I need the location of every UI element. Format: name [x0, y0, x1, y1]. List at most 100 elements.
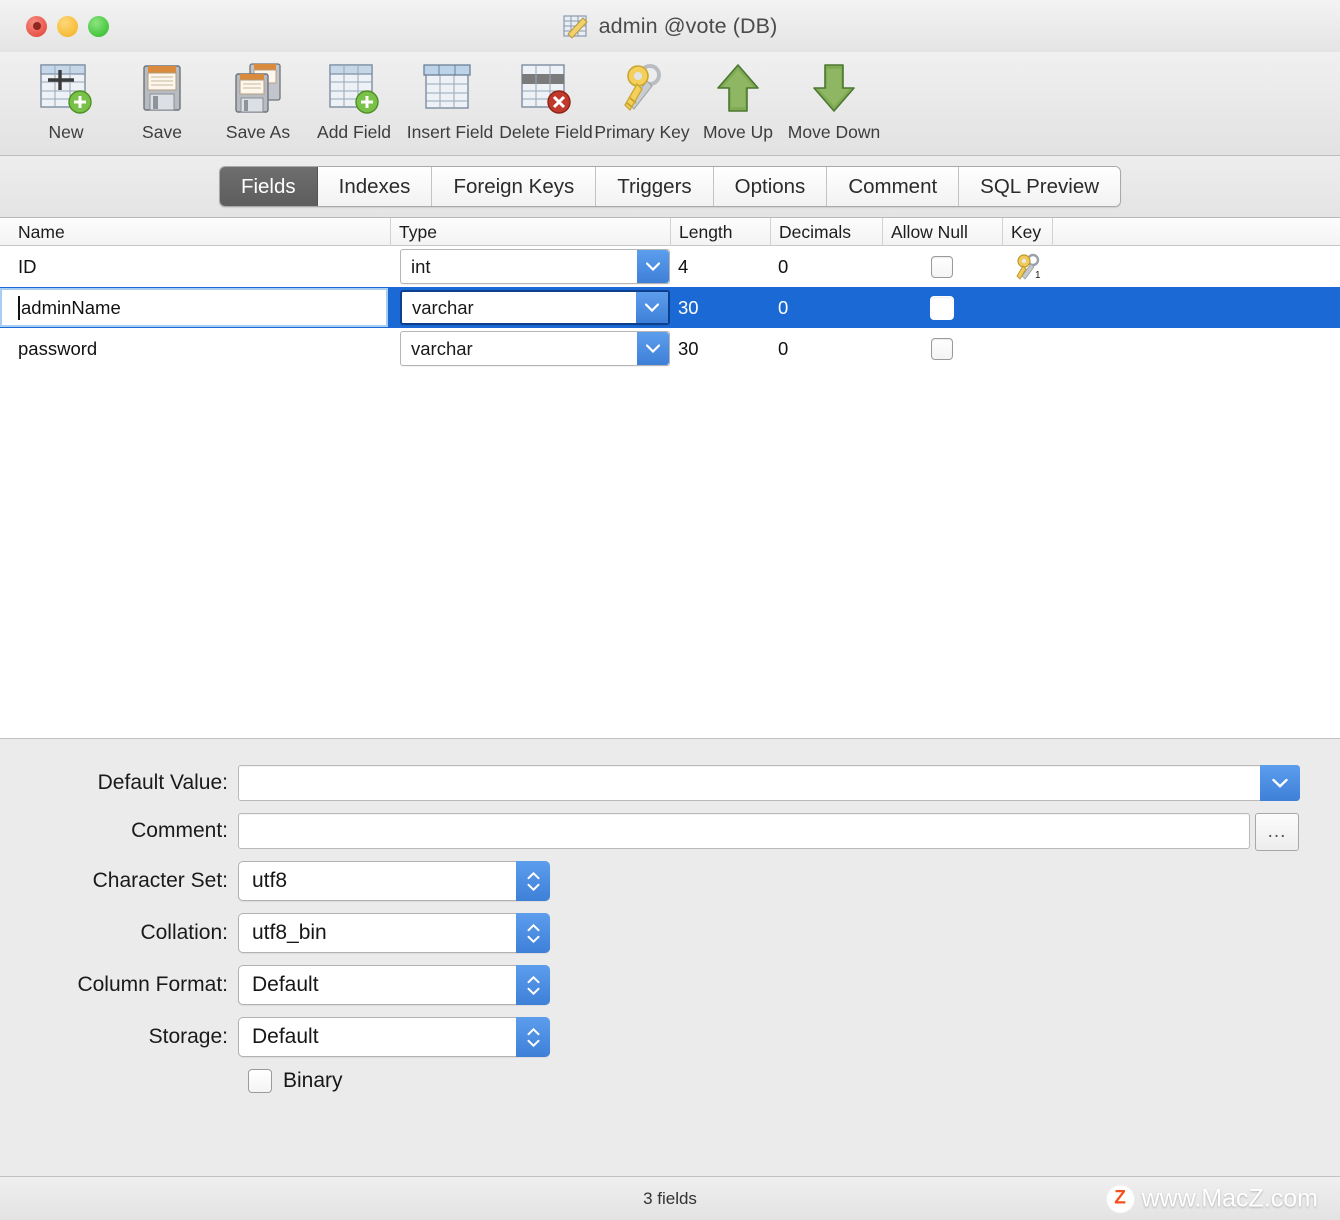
status-bar: 3 fields Z www.MacZ.com [0, 1176, 1340, 1220]
allow-null-checkbox[interactable] [930, 295, 954, 320]
column-header-length[interactable]: Length [670, 218, 770, 246]
field-name-text: adminName [21, 296, 121, 318]
tab-indexes[interactable]: Indexes [317, 167, 433, 206]
tab-fields-label: Fields [240, 174, 296, 198]
move-down-label: Move Down [787, 122, 881, 142]
column-header-filler [1052, 218, 1340, 246]
column-header-type[interactable]: Type [390, 218, 670, 246]
save-as-button[interactable]: Save As [210, 52, 306, 143]
zoom-button[interactable] [88, 15, 109, 37]
cell-key[interactable]: 1 [1002, 246, 1052, 287]
primary-key-button[interactable]: Primary Key [594, 52, 690, 143]
delete-field-button[interactable]: Delete Field [498, 52, 594, 143]
cell-key[interactable] [1002, 328, 1052, 369]
add-field-button[interactable]: Add Field [306, 52, 402, 143]
cell-key[interactable] [1002, 287, 1052, 328]
macz-logo-icon: Z [1106, 1185, 1134, 1212]
table-row[interactable]: adminName varchar 30 0 [0, 287, 1340, 328]
storage-row: Storage: Default [0, 1017, 1340, 1057]
cell-allow-null[interactable] [882, 287, 1002, 328]
comment-input[interactable]: ... [238, 813, 1299, 851]
table-row[interactable]: password varchar 30 0 [0, 328, 1340, 369]
type-value: int [411, 255, 431, 277]
insert-field-icon [422, 58, 478, 120]
cell-type[interactable]: int [390, 246, 670, 287]
column-format-select[interactable]: Default [238, 965, 550, 1005]
move-down-button[interactable]: Move Down [786, 52, 882, 143]
binary-checkbox[interactable] [248, 1069, 272, 1093]
minimize-button[interactable] [57, 15, 78, 37]
table-edit-icon [563, 14, 588, 39]
table-row[interactable]: ID int 4 0 1 [0, 246, 1340, 287]
type-combobox[interactable]: varchar [400, 331, 670, 366]
cell-name[interactable]: ID [0, 246, 390, 287]
insert-field-button[interactable]: Insert Field [402, 52, 498, 143]
field-name-input[interactable]: adminName [0, 288, 388, 327]
column-header-key[interactable]: Key [1002, 218, 1052, 246]
cell-decimals[interactable]: 0 [770, 287, 882, 328]
column-header-allow-null[interactable]: Allow Null [882, 218, 1002, 246]
cell-type[interactable]: varchar [390, 328, 670, 369]
tab-comment[interactable]: Comment [827, 167, 960, 206]
stepper-icon[interactable] [516, 965, 550, 1005]
character-set-value: utf8 [252, 869, 288, 892]
cell-decimals[interactable]: 0 [770, 328, 882, 369]
cell-name[interactable]: adminName [0, 287, 390, 328]
column-format-label: Column Format: [77, 973, 228, 996]
watermark-text: www.MacZ.com [1141, 1184, 1318, 1212]
primary-key-label: Primary Key [594, 122, 690, 142]
tab-triggers[interactable]: Triggers [596, 167, 714, 206]
primary-key-icon: 1 [1016, 253, 1041, 281]
allow-null-checkbox[interactable] [931, 337, 953, 360]
watermark: Z www.MacZ.com [1106, 1184, 1318, 1213]
tab-sql-preview-label: SQL Preview [980, 174, 1100, 198]
cell-length[interactable]: 30 [670, 328, 770, 369]
tab-comment-label: Comment [848, 174, 938, 198]
default-value-input[interactable] [238, 765, 1300, 801]
cell-allow-null[interactable] [882, 246, 1002, 287]
character-set-select[interactable]: utf8 [238, 861, 550, 901]
new-button[interactable]: New [18, 52, 114, 143]
field-count-status: 3 fields [643, 1188, 697, 1208]
cell-name[interactable]: password [0, 328, 390, 369]
cell-type[interactable]: varchar [390, 287, 670, 328]
storage-value: Default [252, 1025, 319, 1048]
tab-options[interactable]: Options [713, 167, 828, 206]
move-up-button[interactable]: Move Up [690, 52, 786, 143]
save-button[interactable]: Save [114, 52, 210, 143]
comment-ellipsis-button[interactable]: ... [1255, 813, 1299, 851]
svg-text:1: 1 [1035, 270, 1041, 281]
chevron-down-icon[interactable] [636, 292, 668, 323]
stepper-icon[interactable] [516, 861, 550, 901]
cell-decimals[interactable]: 0 [770, 246, 882, 287]
comment-row: Comment: ... [0, 813, 1340, 851]
delete-field-icon [518, 58, 574, 120]
save-as-floppy-icon [230, 58, 286, 120]
cell-length[interactable]: 4 [670, 246, 770, 287]
collation-select[interactable]: utf8_bin [238, 913, 550, 953]
column-header-name[interactable]: Name [0, 218, 390, 246]
comment-label: Comment: [131, 819, 228, 842]
allow-null-checkbox[interactable] [931, 255, 953, 278]
tab-fields[interactable]: Fields [219, 167, 318, 206]
collation-value: utf8_bin [252, 921, 327, 944]
chevron-down-icon[interactable] [637, 332, 669, 365]
close-button[interactable] [26, 15, 47, 37]
save-floppy-icon [134, 58, 190, 120]
add-field-label: Add Field [317, 122, 391, 142]
character-set-row: Character Set: utf8 [0, 861, 1340, 901]
stepper-icon[interactable] [516, 913, 550, 953]
chevron-down-icon[interactable] [1260, 765, 1300, 801]
type-combobox[interactable]: varchar [400, 290, 670, 325]
cell-allow-null[interactable] [882, 328, 1002, 369]
tab-foreign-keys[interactable]: Foreign Keys [432, 167, 597, 206]
storage-select[interactable]: Default [238, 1017, 550, 1057]
type-combobox[interactable]: int [400, 249, 670, 284]
text-caret [18, 295, 20, 320]
stepper-icon[interactable] [516, 1017, 550, 1057]
column-header-decimals[interactable]: Decimals [770, 218, 882, 246]
chevron-down-icon[interactable] [637, 250, 669, 283]
tab-sql-preview[interactable]: SQL Preview [959, 167, 1121, 206]
traffic-lights [26, 15, 109, 37]
cell-length[interactable]: 30 [670, 287, 770, 328]
